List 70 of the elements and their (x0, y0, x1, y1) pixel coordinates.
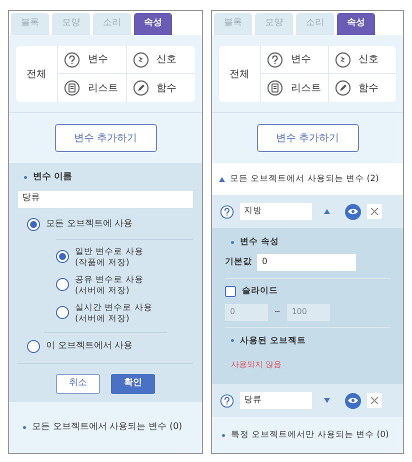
signal-icon (334, 52, 350, 68)
category-item[interactable]: 함수 (328, 74, 396, 102)
tab[interactable]: 속성 (337, 13, 375, 35)
status-text: 사용되지 않음 (231, 359, 283, 372)
caret-icon[interactable] (324, 398, 330, 404)
radio-label: 이 오브젝트에서 사용 (46, 340, 133, 353)
section-title: 모든 오브젝트에서 사용되는 변수 (2) (230, 172, 379, 186)
caret-icon[interactable] (324, 209, 330, 214)
delete-button[interactable] (367, 204, 382, 219)
question-icon (220, 394, 234, 408)
radio-label: 실시간 변수로 사용 (75, 302, 152, 314)
radio-button[interactable] (56, 306, 69, 318)
category-all[interactable]: 전체 (16, 46, 58, 102)
close-icon (371, 397, 378, 404)
details-title: 사용된 오브젝트 (240, 334, 306, 348)
category-item[interactable]: 변수 (58, 46, 126, 74)
cancel-button[interactable]: 취소 (56, 374, 100, 394)
radio-button[interactable] (27, 340, 40, 353)
section-title: 특정 오브젝트에서만 사용되는 변수 (0) (231, 428, 389, 442)
bullet-icon (24, 176, 27, 180)
radio-note: (서버에 저장) (75, 286, 130, 296)
radio-label: 모든 오브젝트에 사용 (46, 218, 133, 231)
details-title: 변수 속성 (240, 236, 279, 249)
radio-button[interactable] (56, 250, 69, 262)
section-title: 모든 오브젝트에서 사용되는 변수 (0) (32, 420, 182, 434)
bullet-icon (23, 426, 26, 429)
category-item[interactable]: 함수 (126, 74, 195, 102)
question-icon (267, 52, 283, 68)
radio-button[interactable] (27, 218, 40, 231)
delete-button[interactable] (367, 393, 382, 408)
list-icon (64, 80, 80, 96)
bullet-icon (222, 434, 225, 437)
question-icon (64, 52, 80, 68)
add-variable-button[interactable]: 변수 추가하기 (54, 124, 156, 152)
checkbox-label: 슬라이드 (242, 284, 278, 298)
max-field: 100 (286, 304, 330, 320)
eye-icon[interactable] (345, 204, 361, 220)
default-value-field[interactable]: 0 (257, 254, 356, 271)
bullet-icon (231, 240, 234, 244)
pen-icon (132, 80, 148, 96)
category-item[interactable]: 변수 (261, 46, 328, 74)
question-icon (220, 204, 234, 218)
min-field: 0 (225, 304, 268, 320)
category-item[interactable]: 신호 (328, 46, 396, 74)
category-item[interactable]: 리스트 (58, 74, 126, 102)
radio-button[interactable] (56, 278, 69, 290)
eye-icon[interactable] (345, 392, 361, 409)
category-item[interactable]: 신호 (126, 46, 195, 74)
radio-label: 일반 변수로 사용 (75, 246, 144, 258)
bullet-icon (231, 339, 234, 342)
radio-label: 공유 변수로 사용 (75, 274, 144, 286)
variable-name-field[interactable]: 당류 (240, 392, 312, 410)
caret-icon[interactable] (219, 176, 225, 182)
category-item[interactable]: 리스트 (261, 74, 328, 102)
category-all[interactable]: 전체 (219, 46, 261, 102)
confirm-button[interactable]: 확인 (111, 374, 155, 394)
slider-checkbox[interactable] (225, 286, 236, 297)
add-variable-button[interactable]: 변수 추가하기 (256, 124, 358, 152)
tab[interactable]: 속성 (134, 13, 172, 35)
field-label: 기본값 (225, 256, 252, 269)
close-icon (371, 208, 378, 215)
field-label: 변수 이름 (33, 171, 72, 184)
range-separator: ~ (274, 306, 281, 318)
radio-note: (서버에 저장) (75, 314, 130, 324)
name-field[interactable]: 당류 (18, 190, 193, 208)
signal-icon (132, 52, 148, 68)
pen-icon (334, 80, 350, 96)
list-icon (267, 80, 283, 96)
radio-note: (작품에 저장) (75, 258, 130, 268)
variable-name-field[interactable]: 지방 (240, 203, 312, 220)
